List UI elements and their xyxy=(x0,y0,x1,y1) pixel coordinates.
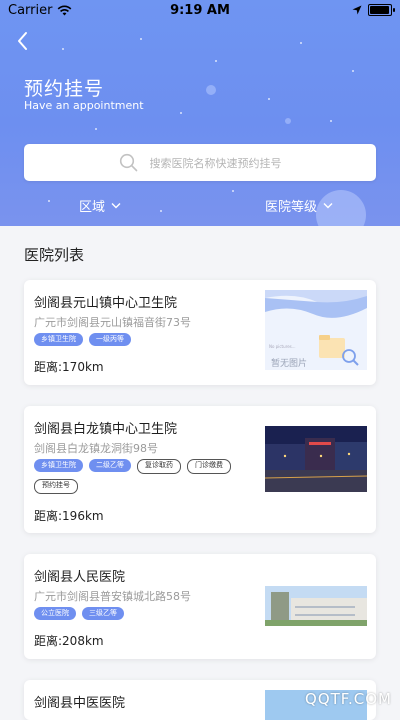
location-arrow-icon xyxy=(352,5,362,15)
star-decoration xyxy=(140,38,142,40)
star-decoration xyxy=(48,200,50,202)
type-tag: 公立医院 xyxy=(34,607,76,620)
hospital-name: 剑阁县白龙镇中心卫生院 xyxy=(34,422,178,437)
star-decoration xyxy=(268,98,270,100)
battery-icon xyxy=(368,4,395,16)
status-icons xyxy=(352,4,395,16)
back-button[interactable] xyxy=(14,30,34,52)
chevron-down-icon xyxy=(111,203,121,209)
tag-list: 乡镇卫生院 二级乙等 复诊取药 门诊缴费 预约挂号 xyxy=(34,459,254,494)
bubble-decoration xyxy=(285,118,291,124)
hospital-address: 广元市剑阁县元山镇福音街73号 xyxy=(34,316,191,329)
star-decoration xyxy=(95,128,97,130)
hospital-name: 剑阁县人民医院 xyxy=(34,570,126,585)
page-subtitle: Have an appointment xyxy=(24,99,144,112)
star-decoration xyxy=(330,120,332,122)
search-input[interactable]: 搜索医院名称快速预约挂号 xyxy=(24,144,376,181)
hospital-photo xyxy=(265,586,367,626)
service-tag: 预约挂号 xyxy=(34,479,78,494)
tag-list: 乡镇卫生院 一级丙等 xyxy=(34,333,254,346)
level-tag: 一级丙等 xyxy=(89,333,131,346)
hospital-address: 广元市剑阁县普安镇城北路58号 xyxy=(34,590,191,603)
star-decoration xyxy=(232,190,234,192)
hospital-name: 剑阁县元山镇中心卫生院 xyxy=(34,296,178,311)
service-tag: 复诊取药 xyxy=(137,459,181,474)
chevron-left-icon xyxy=(18,32,27,50)
page-title: 预约挂号 xyxy=(24,78,105,100)
level-tag: 二级乙等 xyxy=(89,459,131,472)
hospital-name: 剑阁县中医医院 xyxy=(34,696,126,711)
type-tag: 乡镇卫生院 xyxy=(34,459,83,472)
distance-label: 距离:170km xyxy=(34,360,104,374)
status-bar: Carrier 9:19 AM xyxy=(0,0,400,22)
level-tag: 三级乙等 xyxy=(82,607,124,620)
star-decoration xyxy=(352,70,354,72)
star-decoration xyxy=(300,42,302,44)
header-banner xyxy=(0,0,400,226)
hospital-card[interactable]: 剑阁县元山镇中心卫生院 广元市剑阁县元山镇福音街73号 乡镇卫生院 一级丙等 距… xyxy=(24,280,376,385)
hospital-card[interactable]: 剑阁县人民医院 广元市剑阁县普安镇城北路58号 公立医院 三级乙等 距离:208… xyxy=(24,554,376,659)
clock: 9:19 AM xyxy=(170,3,230,18)
hospital-photo xyxy=(265,426,367,492)
no-image-note: No pictures... xyxy=(269,344,296,349)
hospital-image-placeholder: No pictures... 暂无图片 xyxy=(265,290,367,370)
search-placeholder: 搜索医院名称快速预约挂号 xyxy=(149,156,282,170)
service-tag: 门诊缴费 xyxy=(187,459,231,474)
level-filter-dropdown[interactable]: 医院等级 xyxy=(265,196,333,215)
no-image-caption: 暂无图片 xyxy=(271,359,308,369)
distance-label: 距离:196km xyxy=(34,509,104,523)
type-tag: 乡镇卫生院 xyxy=(34,333,83,346)
star-decoration xyxy=(62,48,64,50)
hospital-day-photo xyxy=(265,586,367,626)
area-filter-label: 区域 xyxy=(79,200,106,215)
hospital-address: 剑阁县白龙镇龙洞街98号 xyxy=(34,442,158,455)
hospital-list-title: 医院列表 xyxy=(24,246,85,264)
tag-list: 公立医院 三级乙等 xyxy=(34,607,254,620)
star-decoration xyxy=(160,210,162,212)
level-filter-label: 医院等级 xyxy=(265,200,318,215)
bubble-decoration xyxy=(206,85,216,95)
search-icon xyxy=(119,153,137,172)
watermark-text: QQTF.COM xyxy=(305,690,392,708)
chevron-down-icon xyxy=(323,203,333,209)
star-decoration xyxy=(180,112,182,114)
distance-label: 距离:208km xyxy=(34,634,104,648)
hospital-night-photo xyxy=(265,426,367,492)
star-decoration xyxy=(215,60,217,62)
hospital-card[interactable]: 剑阁县白龙镇中心卫生院 剑阁县白龙镇龙洞街98号 乡镇卫生院 二级乙等 复诊取药… xyxy=(24,406,376,533)
area-filter-dropdown[interactable]: 区域 xyxy=(79,196,121,215)
